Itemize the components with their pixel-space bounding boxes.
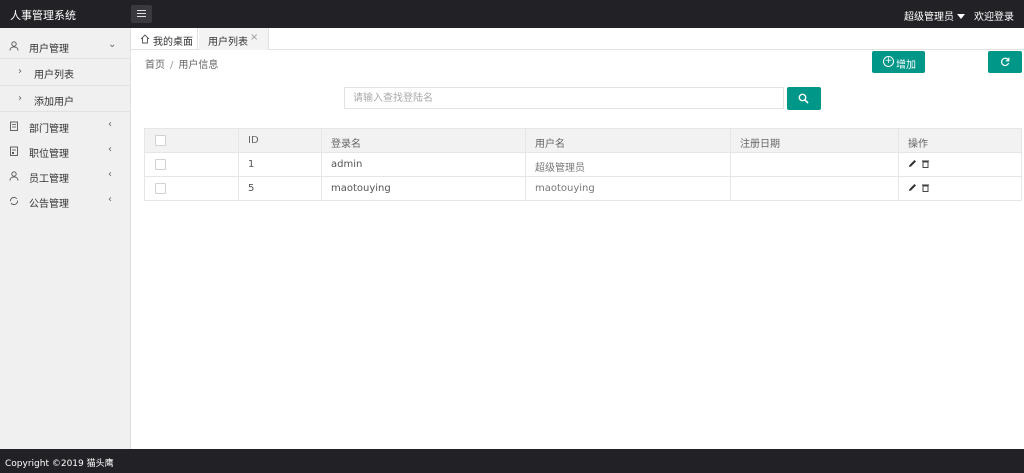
users-icon xyxy=(9,171,19,181)
chevron-left-icon: ‹ xyxy=(108,169,112,180)
home-icon xyxy=(140,34,150,44)
table-header-row: ID 登录名 用户名 注册日期 操作 xyxy=(145,129,1021,153)
plus-circle-icon: + xyxy=(883,56,894,67)
chevron-left-icon: ‹ xyxy=(108,194,112,205)
cell-id: 1 xyxy=(238,153,321,177)
column-header-username[interactable]: 用户名 xyxy=(525,129,730,153)
select-all-cell xyxy=(145,129,238,153)
briefcase-icon xyxy=(10,146,18,156)
trash-icon[interactable] xyxy=(921,159,930,168)
caret-down-icon xyxy=(957,14,965,19)
trash-icon[interactable] xyxy=(921,183,930,192)
menu-toggle-button[interactable] xyxy=(131,5,152,23)
edit-icon[interactable] xyxy=(908,183,917,192)
search-icon xyxy=(798,93,809,104)
footer: Copyright ©2019 猫头鹰 xyxy=(0,449,1024,473)
cell-login: admin xyxy=(321,153,525,177)
cell-id: 5 xyxy=(238,177,321,201)
chevron-right-icon: › xyxy=(18,66,22,77)
sidebar-item-notice-management[interactable]: 公告管理 ‹ xyxy=(0,189,131,214)
sidebar-item-label: 职位管理 xyxy=(29,149,69,160)
add-button[interactable]: + 增加 xyxy=(872,51,925,73)
edit-icon[interactable] xyxy=(908,159,917,168)
sidebar: 用户管理 ⌄ › 用户列表 › 添加用户 部门管理 ‹ 职位管理 ‹ 员工管理 … xyxy=(0,28,131,449)
building-icon xyxy=(10,121,18,131)
breadcrumb-current: 用户信息 xyxy=(178,60,219,71)
app-title: 人事管理系统 xyxy=(10,9,76,22)
refresh-circle-icon xyxy=(9,196,19,206)
user-table: ID 登录名 用户名 注册日期 操作 1 admin 超级管理员 5 maoto… xyxy=(144,128,1022,201)
cell-login: maotouying xyxy=(321,177,525,201)
user-menu-label: 超级管理员 xyxy=(904,12,954,23)
cell-username: maotouying xyxy=(525,177,730,201)
sidebar-subitem-user-list[interactable]: › 用户列表 xyxy=(0,58,131,85)
top-header: 人事管理系统 超级管理员 欢迎登录 xyxy=(0,0,1024,28)
table-row: 5 maotouying maotouying xyxy=(145,177,1021,201)
row-select-cell xyxy=(145,153,238,177)
breadcrumb-home-link[interactable]: 首页 xyxy=(145,60,165,71)
close-icon[interactable]: × xyxy=(250,32,258,43)
sidebar-subitem-label: 用户列表 xyxy=(34,70,74,81)
hamburger-icon xyxy=(137,13,146,14)
hamburger-icon xyxy=(137,16,146,17)
add-button-label: 增加 xyxy=(896,60,916,71)
row-select-cell xyxy=(145,177,238,201)
sidebar-item-department-management[interactable]: 部门管理 ‹ xyxy=(0,114,131,139)
row-checkbox[interactable] xyxy=(155,183,166,194)
column-header-id[interactable]: ID xyxy=(238,129,321,153)
column-header-login[interactable]: 登录名 xyxy=(321,129,525,153)
cell-username: 超级管理员 xyxy=(525,153,730,177)
cell-actions xyxy=(898,153,1023,177)
sidebar-item-label: 员工管理 xyxy=(29,174,69,185)
tab-bar: 我的桌面 用户列表 × xyxy=(131,28,1024,50)
select-all-checkbox[interactable] xyxy=(155,135,166,146)
column-header-date[interactable]: 注册日期 xyxy=(730,129,898,153)
row-checkbox[interactable] xyxy=(155,159,166,170)
sidebar-item-position-management[interactable]: 职位管理 ‹ xyxy=(0,139,131,164)
welcome-link[interactable]: 欢迎登录 xyxy=(974,8,1014,23)
cell-date xyxy=(730,177,898,201)
user-menu[interactable]: 超级管理员 xyxy=(904,8,965,23)
chevron-left-icon: ‹ xyxy=(108,119,112,130)
breadcrumb: 首页 / 用户信息 xyxy=(145,56,218,71)
table-row: 1 admin 超级管理员 xyxy=(145,153,1021,177)
tab-my-desktop[interactable]: 我的桌面 xyxy=(131,28,198,50)
sidebar-item-user-management[interactable]: 用户管理 ⌄ xyxy=(0,34,131,59)
search-button[interactable] xyxy=(787,87,821,110)
refresh-icon xyxy=(1001,57,1010,67)
column-header-actions: 操作 xyxy=(898,129,1023,153)
sidebar-item-label: 部门管理 xyxy=(29,124,69,135)
refresh-button[interactable] xyxy=(988,51,1022,73)
sidebar-item-label: 用户管理 xyxy=(29,44,69,55)
tab-label: 我的桌面 xyxy=(153,37,193,48)
tab-label: 用户列表 xyxy=(208,37,248,48)
tab-user-list[interactable]: 用户列表 × xyxy=(199,28,269,50)
cell-actions xyxy=(898,177,1023,201)
breadcrumb-separator: / xyxy=(170,60,174,71)
chevron-down-icon: ⌄ xyxy=(108,39,117,50)
cell-date xyxy=(730,153,898,177)
copyright-text: Copyright ©2019 猫头鹰 xyxy=(5,459,114,469)
hamburger-icon xyxy=(137,10,146,11)
sidebar-item-employee-management[interactable]: 员工管理 ‹ xyxy=(0,164,131,189)
sidebar-subitem-add-user[interactable]: › 添加用户 xyxy=(0,85,131,112)
sidebar-subitem-label: 添加用户 xyxy=(34,97,74,108)
user-icon xyxy=(9,41,19,51)
search-input[interactable] xyxy=(344,87,784,109)
chevron-right-icon: › xyxy=(18,93,22,104)
sidebar-item-label: 公告管理 xyxy=(29,199,69,210)
chevron-left-icon: ‹ xyxy=(108,144,112,155)
